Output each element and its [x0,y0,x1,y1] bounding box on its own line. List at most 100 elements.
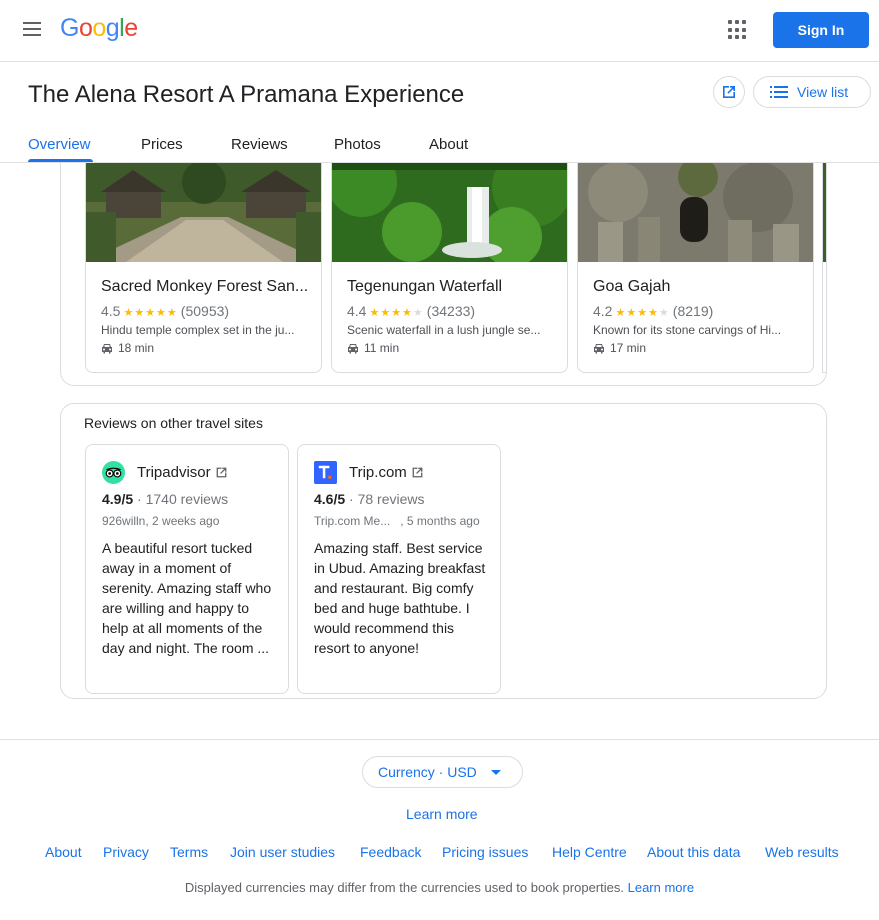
currency-selector[interactable]: Currency · USD [362,756,523,788]
footer-link-help-centre[interactable]: Help Centre [552,844,627,860]
review-total: · 78 reviews [345,491,425,507]
rating-value: 4.5 [101,303,121,319]
site-name: Tripadvisor [137,464,211,481]
hamburger-line [23,34,41,36]
logo-letter: o [78,14,93,42]
logo-letter: G [60,14,79,42]
active-tab-indicator [28,159,93,162]
attraction-description: Known for its stone carvings of Hi... [593,323,782,337]
top-bar: Google Sign In [0,0,879,62]
nearby-attractions-panel: Sacred Monkey Forest San... 4.5 ★★★★★ (509… [60,163,827,386]
hotel-title: The Alena Resort A Pramana Experience [28,81,465,108]
site-row: Trip.com [314,461,424,484]
hamburger-icon [23,22,41,24]
cave-image [578,163,813,262]
travel-time: 17 min [593,341,646,355]
logo-letter: o [92,14,106,42]
rating-value: 4.2 [593,303,613,319]
logo-letter: e [124,14,138,42]
footer-link-user-studies[interactable]: Join user studies [230,844,335,860]
currency-label: Currency · USD [378,764,477,780]
reviewer-info: 926willn, 2 weeks ago [102,514,220,528]
attraction-card[interactable]: Tegenungan Waterfall 4.4 ★★★★★ (34233) Sce… [331,163,568,373]
travel-time-value: 18 min [118,341,155,355]
footer-link-privacy[interactable]: Privacy [103,844,149,860]
attraction-description: Scenic waterfall in a lush jungle se... [347,323,541,337]
travel-time: 11 min [347,341,399,355]
other-sites-reviews-panel: Reviews on other travel sites Tripadviso… [60,403,827,699]
travel-time-value: 11 min [364,341,400,355]
list-icon [770,86,788,98]
rating-value: 4.4 [347,303,367,319]
tab-prices[interactable]: Prices [141,136,183,153]
car-icon [594,343,604,353]
footer-link-feedback[interactable]: Feedback [360,844,421,860]
tab-photos[interactable]: Photos [334,136,381,153]
review-count: (8219) [672,303,714,319]
view-list-label: View list [797,84,849,100]
caret-down-icon [490,769,501,775]
star-rating-icon: ★★★★★ [615,307,670,319]
star-rating-icon: ★★★★★ [369,307,424,319]
review-card-tripcom[interactable]: Trip.com 4.6/5 · 78 reviews Trip.com Me.… [297,444,501,694]
attraction-description: Hindu temple complex set in the ju... [101,323,295,337]
reviewer-info: Trip.com Me... , 5 months ago [314,514,480,528]
attraction-rating: 4.5 ★★★★★ (50953) [101,303,229,319]
footer-link-pricing-issues[interactable]: Pricing issues [442,844,528,860]
car-icon [348,343,358,353]
attraction-card-partial[interactable] [822,163,826,373]
tripcom-logo-icon [314,461,337,484]
attraction-card[interactable]: Goa Gajah 4.2 ★★★★★ (8219) Known for its s… [577,163,814,373]
review-text: Amazing staff. Best service in Ubud. Ama… [314,540,486,656]
disclaimer-text: Displayed currencies may differ from the… [184,880,624,895]
google-apps-icon[interactable] [728,20,748,40]
review-total: · 1740 reviews [133,491,229,507]
main-menu-button[interactable] [20,18,44,42]
travel-time-value: 17 min [610,341,647,355]
score-value: 4.6/5 [314,491,346,507]
open-external-icon [216,467,227,478]
tab-about[interactable]: About [429,136,468,153]
learn-more-link[interactable]: Learn more [406,806,478,822]
share-button[interactable] [713,76,745,108]
review-count: (34233) [426,303,476,319]
review-text: A beautiful resort tucked away in a mome… [102,540,272,656]
temple-image [86,163,321,262]
open-external-icon [412,467,423,478]
attraction-name: Goa Gajah [593,278,671,295]
attraction-rating: 4.4 ★★★★★ (34233) [347,303,475,319]
footer-link-about[interactable]: About [45,844,82,860]
disclaimer-learn-more-link[interactable]: Learn more [628,880,694,895]
open-external-icon [723,86,735,98]
site-name: Trip.com [349,464,407,481]
site-score: 4.9/5 · 1740 reviews [102,491,228,507]
footer-divider [0,739,879,740]
site-score: 4.6/5 · 78 reviews [314,491,425,507]
reviews-heading: Reviews on other travel sites [84,415,263,431]
tab-bar: Overview Prices Reviews Photos About [0,122,879,163]
attraction-card[interactable]: Sacred Monkey Forest San... 4.5 ★★★★★ (509… [85,163,322,373]
tab-overview[interactable]: Overview [28,136,91,153]
footer-link-terms[interactable]: Terms [170,844,208,860]
travel-time: 18 min [101,341,154,355]
waterfall-image [332,163,567,262]
sign-in-button[interactable]: Sign In [773,12,869,48]
view-list-button[interactable]: View list [753,76,871,108]
attraction-name: Tegenungan Waterfall [347,278,503,295]
currency-disclaimer: Displayed currencies may differ from the… [0,880,879,895]
site-row: Tripadvisor [102,461,228,484]
hamburger-line [23,28,41,30]
star-rating-icon: ★★★★★ [123,307,178,319]
logo-letter: g [105,14,120,42]
review-count: (50953) [180,303,230,319]
attraction-image [823,163,826,262]
footer-link-about-data[interactable]: About this data [647,844,740,860]
footer-link-web-results[interactable]: Web results [765,844,839,860]
attraction-rating: 4.2 ★★★★★ (8219) [593,303,713,319]
tripadvisor-owl-icon [102,461,125,484]
car-icon [102,343,112,353]
google-logo[interactable]: Google [60,14,138,43]
tab-reviews[interactable]: Reviews [231,136,288,153]
review-card-tripadvisor[interactable]: Tripadvisor 4.9/5 · 1740 reviews 926will… [85,444,289,694]
footer-links: About Privacy Terms Join user studies Fe… [0,844,879,864]
